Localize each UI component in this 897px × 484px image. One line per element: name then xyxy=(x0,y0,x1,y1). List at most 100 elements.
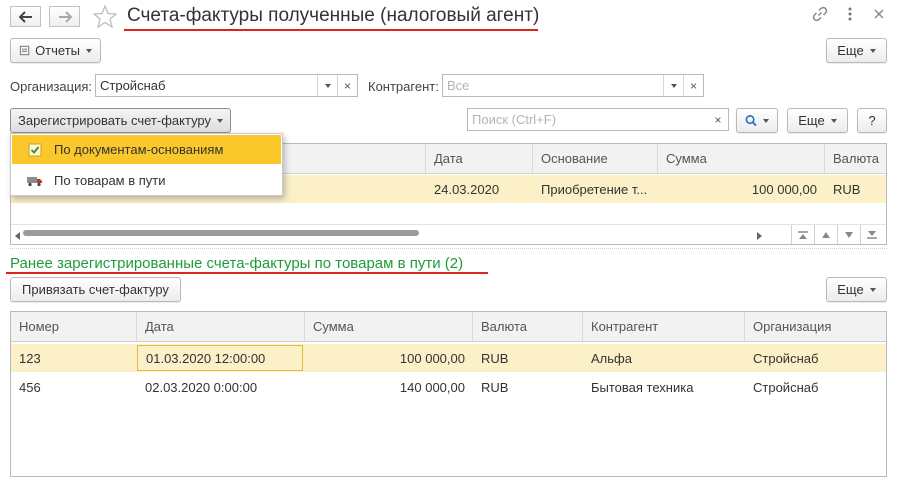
grid2-cell-number: 123 xyxy=(19,350,41,366)
favorite-star-button[interactable] xyxy=(92,4,118,31)
contractor-field[interactable]: Все × xyxy=(442,74,704,97)
menu-item-label: По товарам в пути xyxy=(54,173,166,188)
search-placeholder: Поиск (Ctrl+F) xyxy=(472,112,557,127)
grid1-cell-basis: Приобретение т... xyxy=(541,181,648,197)
clear-icon: × xyxy=(714,112,722,127)
org-dropdown-button[interactable] xyxy=(317,75,337,96)
clear-icon: × xyxy=(343,78,351,93)
more-label: Еще xyxy=(837,43,864,58)
menu-item-by-documents[interactable]: По документам-основаниям xyxy=(12,135,281,164)
org-label: Организация: xyxy=(10,79,93,94)
contractor-label: Контрагент: xyxy=(368,79,439,94)
grid1-header-basis[interactable]: Основание xyxy=(533,144,658,174)
search-icon xyxy=(745,115,757,127)
grid2-header-contractor[interactable]: Контрагент xyxy=(583,312,745,342)
scroll-down-button[interactable] xyxy=(837,225,859,244)
grid2-header-date[interactable]: Дата xyxy=(137,312,305,342)
grid2-cell-currency: RUB xyxy=(481,350,509,366)
bind-invoice-button[interactable]: Привязать счет-фактуру xyxy=(10,277,181,302)
star-icon xyxy=(92,4,118,29)
grid2-cell-sum: 140 000,00 xyxy=(399,379,465,395)
scroll-top-icon xyxy=(797,231,808,239)
search-field[interactable]: Поиск (Ctrl+F) × xyxy=(467,108,729,131)
vertical-dots-icon xyxy=(848,7,852,21)
org-clear-button[interactable]: × xyxy=(337,75,357,96)
more-label: Еще xyxy=(837,282,864,297)
check-doc-icon xyxy=(28,143,42,156)
bind-label: Привязать счет-фактуру xyxy=(22,282,169,297)
grid1-cell-currency: RUB xyxy=(833,181,861,197)
chevron-down-icon xyxy=(869,48,876,53)
chevron-down-icon xyxy=(830,118,837,123)
org-field[interactable]: Стройснаб × xyxy=(95,74,358,97)
registered-invoices-grid: Номер Дата Сумма Валюта Контрагент Орган… xyxy=(10,311,887,477)
chevron-down-icon xyxy=(670,83,677,88)
grid2-header-number[interactable]: Номер xyxy=(11,312,137,342)
section-title-link[interactable]: Ранее зарегистрированные счета-фактуры п… xyxy=(10,255,463,272)
triangle-right-icon xyxy=(757,232,762,240)
help-button[interactable]: ? xyxy=(857,108,887,133)
reports-label: Отчеты xyxy=(35,43,80,58)
chevron-down-icon xyxy=(217,118,224,123)
register-invoice-button[interactable]: Зарегистрировать счет-фактуру xyxy=(10,108,231,133)
org-value: Стройснаб xyxy=(100,78,166,93)
register-label: Зарегистрировать счет-фактуру xyxy=(18,113,212,128)
help-label: ? xyxy=(868,113,876,128)
scroll-right-button[interactable] xyxy=(756,228,762,243)
more-actions-button[interactable] xyxy=(846,6,854,22)
grid2-cell-contractor: Бытовая техника xyxy=(591,379,694,395)
grid1-header-currency[interactable]: Валюта xyxy=(825,144,886,174)
search-button[interactable] xyxy=(736,108,778,133)
contractor-dropdown-button[interactable] xyxy=(663,75,683,96)
more-button-bottom[interactable]: Еще xyxy=(826,277,887,302)
clear-icon: × xyxy=(689,78,697,93)
horizontal-scrollbar-thumb[interactable] xyxy=(23,230,419,236)
grid2-header-org[interactable]: Организация xyxy=(745,312,886,342)
splitter-divider[interactable] xyxy=(10,248,887,249)
grid2-cell-currency: RUB xyxy=(481,379,509,395)
arrow-right-icon xyxy=(58,10,72,23)
scroll-up-button[interactable] xyxy=(814,225,836,244)
truck-icon xyxy=(27,176,42,186)
more-button-middle[interactable]: Еще xyxy=(787,108,848,133)
page-title: Счета-фактуры полученные (налоговый аген… xyxy=(127,5,540,26)
reports-button[interactable]: Отчеты xyxy=(10,38,101,63)
forward-button[interactable] xyxy=(49,6,80,27)
scroll-last-button[interactable] xyxy=(860,225,882,244)
search-clear-button[interactable]: × xyxy=(708,109,728,130)
scroll-bottom-icon xyxy=(866,231,877,239)
grid2-cell-date-focused[interactable]: 01.03.2020 12:00:00 xyxy=(137,345,303,371)
arrow-left-icon xyxy=(18,10,32,23)
close-icon xyxy=(874,9,884,19)
reports-icon xyxy=(19,45,30,56)
scroll-first-button[interactable] xyxy=(791,225,813,244)
contractor-clear-button[interactable]: × xyxy=(683,75,703,96)
more-label: Еще xyxy=(798,113,825,128)
section-underline xyxy=(6,272,488,274)
scroll-left-button[interactable] xyxy=(15,228,21,243)
menu-item-goods-in-transit[interactable]: По товарам в пути xyxy=(12,166,281,195)
triangle-left-icon xyxy=(15,232,20,240)
grid2-cell-org: Стройснаб xyxy=(753,350,819,366)
back-button[interactable] xyxy=(10,6,41,27)
contractor-placeholder: Все xyxy=(447,78,470,93)
more-button-top[interactable]: Еще xyxy=(826,38,887,63)
grid2-header-sum[interactable]: Сумма xyxy=(305,312,473,342)
grid1-header-date[interactable]: Дата xyxy=(426,144,533,174)
grid1-cell-date: 24.03.2020 xyxy=(434,181,500,197)
grid1-cell-sum: 100 000,00 xyxy=(751,181,817,197)
chevron-down-icon xyxy=(324,83,331,88)
grid2-cell-contractor: Альфа xyxy=(591,350,632,366)
close-button[interactable] xyxy=(873,8,885,23)
title-underline xyxy=(124,29,538,31)
grid2-header-currency[interactable]: Валюта xyxy=(473,312,583,342)
grid2-cell-number: 456 xyxy=(19,379,41,395)
chevron-down-icon xyxy=(763,118,769,123)
grid1-header-sum[interactable]: Сумма xyxy=(658,144,825,174)
chevron-down-icon xyxy=(86,48,92,53)
link-button[interactable] xyxy=(812,6,828,25)
chevron-down-icon xyxy=(869,287,876,292)
triangle-up-icon xyxy=(821,232,830,238)
triangle-down-icon xyxy=(844,232,853,238)
grid2-cell-sum: 100 000,00 xyxy=(399,350,465,366)
